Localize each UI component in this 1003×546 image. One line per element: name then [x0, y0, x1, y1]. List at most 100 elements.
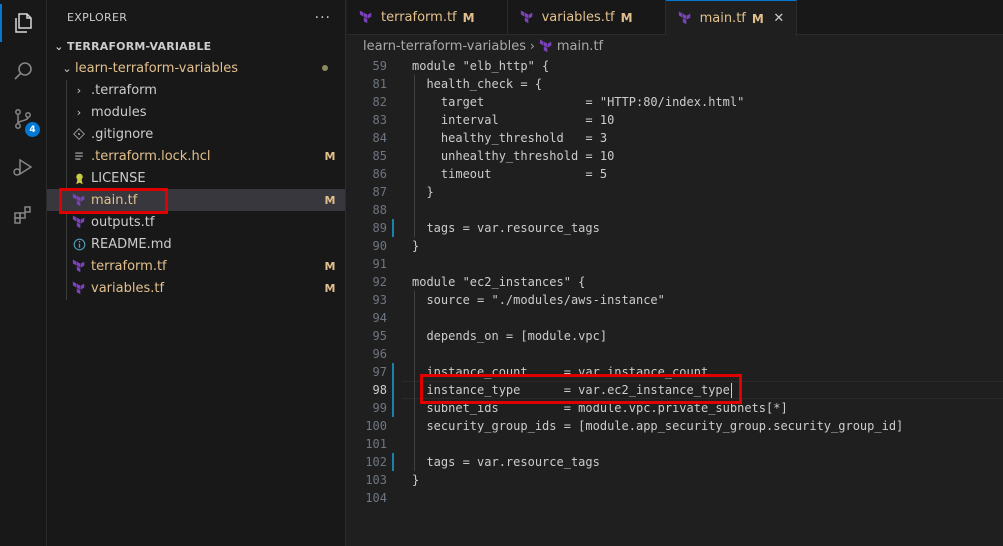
- close-icon[interactable]: ✕: [772, 11, 786, 26]
- code-line[interactable]: 96: [347, 345, 1003, 363]
- explorer-header: EXPLORER ···: [47, 0, 345, 35]
- line-number: 94: [372, 311, 387, 325]
- explorer-icon[interactable]: [0, 0, 46, 46]
- line-number: 83: [372, 113, 387, 127]
- lines-icon: [71, 148, 87, 164]
- tree-item-outputs-tf[interactable]: outputs.tf: [47, 211, 345, 233]
- code-line[interactable]: 92 module "ec2_instances" {: [347, 273, 1003, 291]
- tab-variables-tf[interactable]: variables.tf M: [508, 0, 666, 35]
- line-number: 103: [365, 473, 387, 487]
- more-actions-button[interactable]: ···: [315, 10, 331, 26]
- code-line[interactable]: 90}: [347, 237, 1003, 255]
- folder-learn-terraform-variables[interactable]: ⌄ learn-terraform-variables: [47, 57, 345, 79]
- code-line[interactable]: 83 interval = 10: [347, 111, 1003, 129]
- tree-item-label: .gitignore: [91, 126, 154, 142]
- code-line[interactable]: 91: [347, 255, 1003, 273]
- line-text: unhealthy_threshold = 10: [412, 149, 615, 163]
- tree-item-gitignore[interactable]: .gitignore: [47, 123, 345, 145]
- code-line[interactable]: 93 source = "./modules/aws-instance": [347, 291, 1003, 309]
- bracket-guide: [414, 75, 415, 237]
- terraform-icon: [520, 9, 536, 26]
- code-line[interactable]: 95 depends_on = [module.vpc]: [347, 327, 1003, 345]
- code-line[interactable]: 84 healthy_threshold = 3: [347, 129, 1003, 147]
- code-line[interactable]: 100 security_group_ids = [module.app_sec…: [347, 417, 1003, 435]
- tree-item-label: modules: [91, 104, 147, 120]
- line-number: 89: [372, 221, 387, 235]
- gutter-modified-marker: [392, 399, 394, 417]
- license-icon: [71, 170, 87, 186]
- git-status-badge: M: [324, 281, 336, 295]
- line-number: 92: [372, 275, 387, 289]
- tree-item-terraform-tf[interactable]: terraform.tf M: [47, 255, 345, 277]
- editor-area: terraform.tf M variables.tf Mmain.tf M ✕ lear…: [347, 0, 1003, 546]
- code-editor[interactable]: 59 module "elb_http" {81 health_check = {…: [347, 57, 1003, 507]
- line-number: 102: [365, 455, 387, 469]
- tree-item-terraform-lock-hcl[interactable]: .terraform.lock.hcl M: [47, 145, 345, 167]
- breadcrumb: learn-terraform-variables › main.tf: [347, 35, 1003, 57]
- tree-item-variables-tf[interactable]: variables.tf M: [47, 277, 345, 299]
- explorer-title: EXPLORER: [67, 11, 128, 24]
- tree-item-modules[interactable]: › modules: [47, 101, 345, 123]
- code-line[interactable]: 97 instance_count = var.instance_count: [347, 363, 1003, 381]
- source-control-icon[interactable]: 4: [0, 96, 46, 142]
- line-number: 82: [372, 95, 387, 109]
- code-line[interactable]: 89 tags = var.resource_tags: [347, 219, 1003, 237]
- tab-modified-badge: M: [620, 10, 633, 25]
- chevron-right-icon: ›: [76, 83, 82, 97]
- tab-label: variables.tf: [541, 10, 615, 25]
- line-text: security_group_ids = [module.app_securit…: [412, 419, 904, 433]
- run-debug-icon[interactable]: [0, 144, 46, 190]
- terraform-icon: [71, 192, 87, 208]
- chevron-right-icon: ›: [76, 105, 82, 119]
- breadcrumb-folder[interactable]: learn-terraform-variables: [363, 39, 526, 54]
- tab-terraform-tf[interactable]: terraform.tf M: [347, 0, 508, 35]
- tree-item-license[interactable]: LICENSE: [47, 167, 345, 189]
- code-line[interactable]: 81 health_check = {: [347, 75, 1003, 93]
- line-number: 90: [372, 239, 387, 253]
- terraform-icon: [71, 214, 87, 230]
- code-line[interactable]: 101: [347, 435, 1003, 453]
- tab-label: main.tf: [699, 11, 746, 26]
- line-number: 88: [372, 203, 387, 217]
- code-line[interactable]: 103}: [347, 471, 1003, 489]
- code-line[interactable]: 86 timeout = 5: [347, 165, 1003, 183]
- info-icon: [71, 236, 87, 252]
- gutter-modified-marker: [392, 381, 394, 399]
- line-text: module "ec2_instances" {: [412, 275, 586, 289]
- tree-item-label: LICENSE: [91, 170, 146, 186]
- line-text: source = "./modules/aws-instance": [412, 293, 665, 307]
- tab-main-tf[interactable]: main.tf M ✕: [665, 0, 797, 36]
- gutter-modified-marker: [392, 363, 394, 381]
- tree-item-label: outputs.tf: [91, 214, 155, 230]
- terraform-icon: [359, 9, 375, 26]
- line-text: subnet_ids = module.vpc.private_subnets[…: [412, 401, 788, 415]
- code-line[interactable]: 59 module "elb_http" {: [347, 57, 1003, 75]
- tree-item-terraform[interactable]: › .terraform: [47, 79, 345, 101]
- terraform-icon: [71, 280, 87, 296]
- code-line[interactable]: 82 target = "HTTP:80/index.html": [347, 93, 1003, 111]
- line-text: timeout = 5: [412, 167, 608, 181]
- breadcrumb-file[interactable]: main.tf: [557, 39, 603, 54]
- search-icon[interactable]: [0, 48, 46, 94]
- code-line[interactable]: 99 subnet_ids = module.vpc.private_subne…: [347, 399, 1003, 417]
- bracket-guide: [414, 291, 415, 471]
- code-line[interactable]: 104: [347, 489, 1003, 507]
- extensions-icon[interactable]: [0, 192, 46, 238]
- line-number: 99: [372, 401, 387, 415]
- git-icon: [71, 126, 87, 142]
- line-number: 104: [365, 491, 387, 505]
- code-line[interactable]: 85 unhealthy_threshold = 10: [347, 147, 1003, 165]
- code-line[interactable]: 98 instance_type = var.ec2_instance_type: [347, 381, 1003, 399]
- workspace-root[interactable]: ⌄ TERRAFORM-VARIABLE: [47, 35, 345, 57]
- code-line[interactable]: 94: [347, 309, 1003, 327]
- tree-item-readme-md[interactable]: README.md: [47, 233, 345, 255]
- tree-item-main-tf[interactable]: main.tf M: [47, 189, 345, 211]
- code-line[interactable]: 87 }: [347, 183, 1003, 201]
- workspace-root-label: TERRAFORM-VARIABLE: [67, 39, 212, 53]
- line-number: 85: [372, 149, 387, 163]
- activity-bar: 4: [0, 0, 47, 546]
- line-text: }: [412, 185, 434, 199]
- code-line[interactable]: 102 tags = var.resource_tags: [347, 453, 1003, 471]
- gutter-modified-marker: [392, 453, 394, 471]
- code-line[interactable]: 88: [347, 201, 1003, 219]
